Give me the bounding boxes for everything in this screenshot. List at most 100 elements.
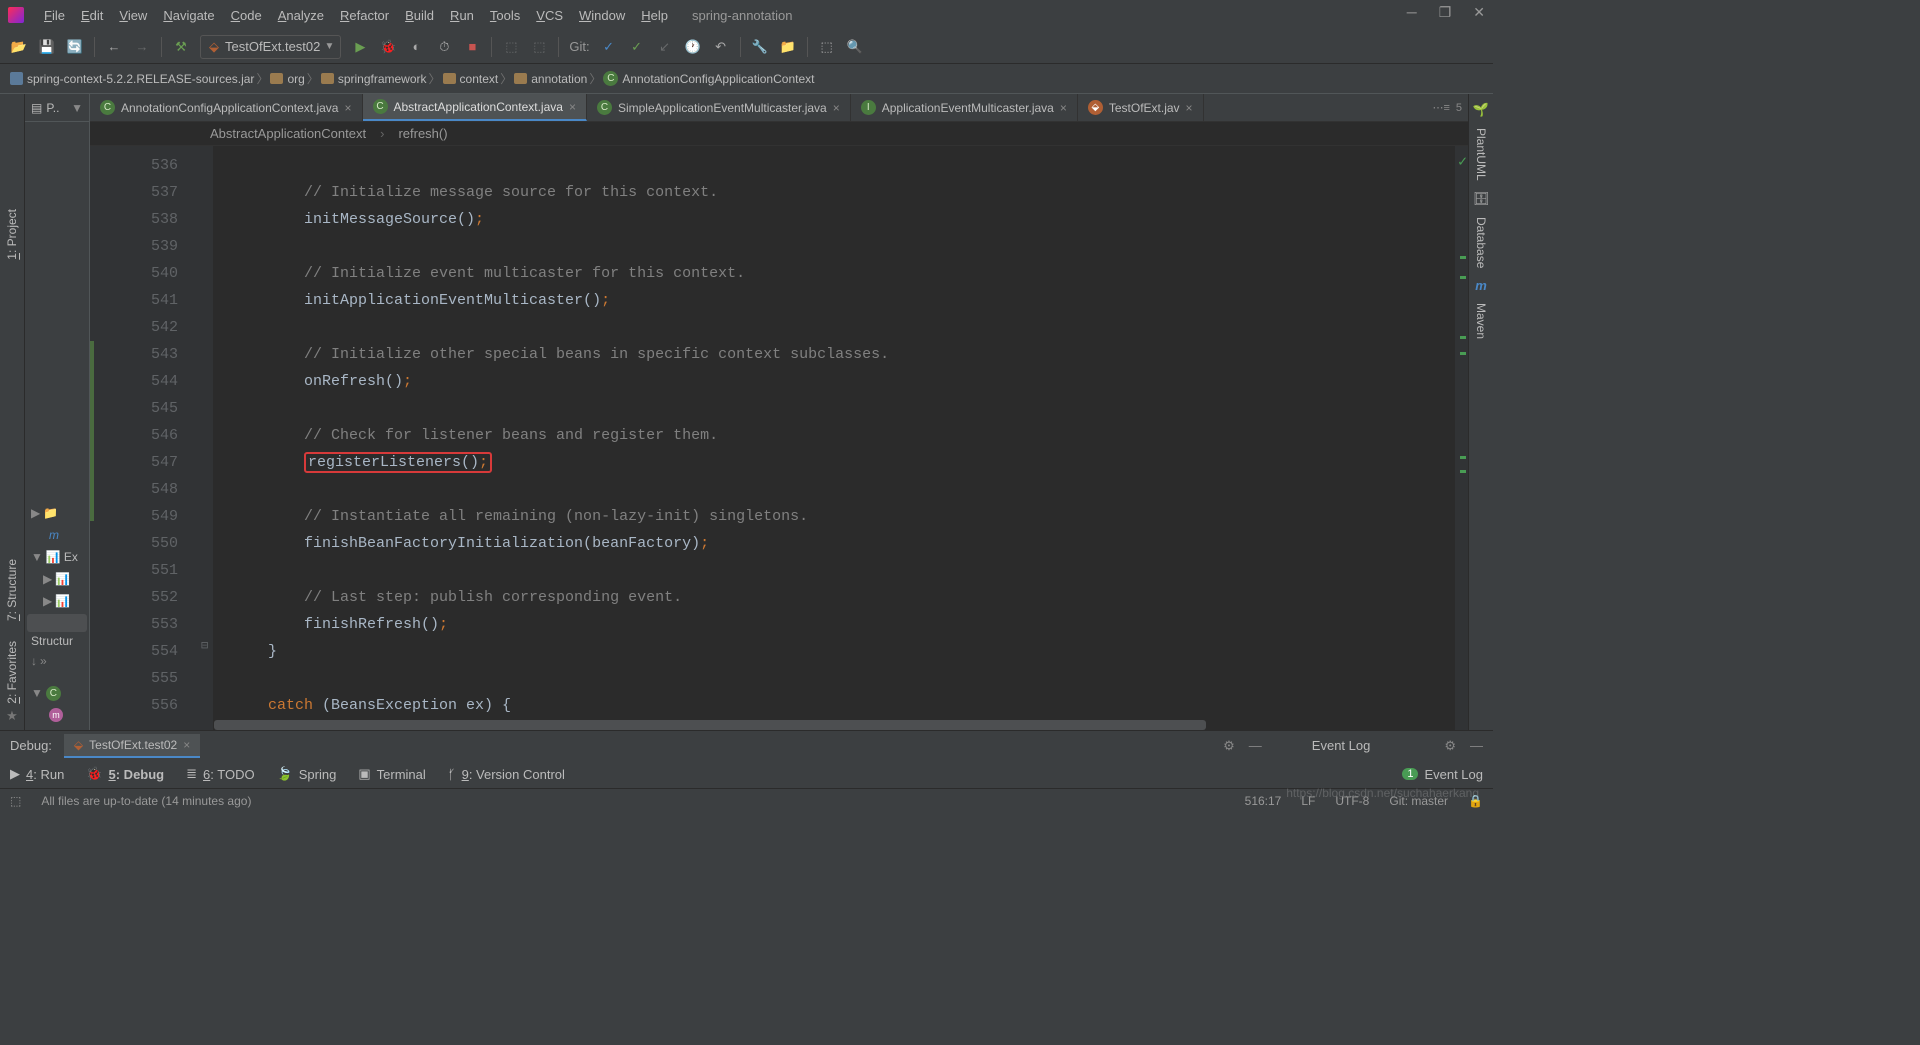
menu-refactor[interactable]: Refactor <box>332 4 397 27</box>
run-config-select[interactable]: ⬙ TestOfExt.test02 ▼ <box>200 35 341 59</box>
settings-icon[interactable]: 🔧 <box>751 38 769 56</box>
menu-vcs[interactable]: VCS <box>528 4 571 27</box>
tool-eventlog-button[interactable]: Event Log <box>1424 767 1483 782</box>
refresh-icon[interactable]: 🔄 <box>66 38 84 56</box>
tool-windows-icon[interactable]: ⬚ <box>10 794 21 808</box>
tool-debug-button[interactable]: 🐞5: Debug <box>86 766 164 782</box>
code-editor[interactable]: 5365375385395405415425435445455465475485… <box>90 146 1468 730</box>
error-stripe[interactable]: ✓ <box>1454 146 1468 730</box>
menu-help[interactable]: Help <box>633 4 676 27</box>
menu-build[interactable]: Build <box>397 4 442 27</box>
editor-tab[interactable]: CAnnotationConfigApplicationContext.java… <box>90 94 363 121</box>
menu-view[interactable]: View <box>111 4 155 27</box>
database-icon[interactable]: 🗄 <box>1473 191 1490 207</box>
tool-run-button[interactable]: ▶4: Run <box>10 766 64 782</box>
tool-terminal-button[interactable]: ▣Terminal <box>358 766 425 782</box>
breadcrumb-item[interactable]: spring-context-5.2.2.RELEASE-sources.jar <box>10 72 254 86</box>
tool-plantuml-button[interactable]: PlantUML <box>1474 128 1488 181</box>
main-toolbar: 📂 💾 🔄 ← → ⚒ ⬙ TestOfExt.test02 ▼ ▶ 🐞 ◐ ⏱… <box>0 30 1493 64</box>
editor-tab[interactable]: CSimpleApplicationEventMulticaster.java× <box>587 94 851 121</box>
structure-panel-label: Structur <box>27 632 87 650</box>
tool-favorites-button[interactable]: 2: Favorites <box>5 641 19 704</box>
chevron-down-icon: ▼ <box>324 41 334 52</box>
pull-icon[interactable]: ↙ <box>656 38 674 56</box>
crumb-class[interactable]: AbstractApplicationContext <box>210 126 366 141</box>
debug-session-tab[interactable]: ⬙ TestOfExt.test02 × <box>64 734 200 758</box>
menu-code[interactable]: Code <box>223 4 270 27</box>
tool-structure-button[interactable]: 7: Structure <box>5 559 19 621</box>
push-icon[interactable]: ✓ <box>628 38 646 56</box>
project-panel-header: ▤P.. ▼ <box>25 94 89 122</box>
editor-tab[interactable]: ⬙TestOfExt.jav× <box>1078 94 1204 121</box>
fold-column[interactable]: ⊟ <box>200 146 214 730</box>
fold-icon[interactable]: ⊟ <box>201 638 208 653</box>
search-icon[interactable]: 🔍 <box>846 38 864 56</box>
editor-area: CAnnotationConfigApplicationContext.java… <box>90 94 1468 730</box>
breadcrumb-item[interactable]: annotation <box>514 72 587 86</box>
close-icon[interactable]: × <box>569 100 576 114</box>
minimize-icon[interactable]: — <box>1249 738 1262 753</box>
menu-run[interactable]: Run <box>442 4 482 27</box>
horizontal-scrollbar[interactable] <box>214 720 1454 730</box>
menu-tools[interactable]: Tools <box>482 4 528 27</box>
right-tool-stripe: 🌱 PlantUML 🗄 Database m Maven <box>1468 94 1493 730</box>
open-icon[interactable]: 📂 <box>10 38 28 56</box>
menu-analyze[interactable]: Analyze <box>270 4 332 27</box>
breadcrumb-item[interactable]: org <box>270 72 304 86</box>
tool-todo-button[interactable]: ≣6: TODO <box>186 766 254 782</box>
minimize-icon[interactable]: ─ <box>1407 4 1417 21</box>
breadcrumb-item[interactable]: CAnnotationConfigApplicationContext <box>603 71 814 86</box>
breadcrumb-item[interactable]: context <box>443 72 499 86</box>
editor-tab[interactable]: IApplicationEventMulticaster.java× <box>851 94 1078 121</box>
left-tool-stripe: 1: Project 7: Structure 2: Favorites ★ <box>0 94 25 730</box>
attach-icon[interactable]: ⬚ <box>502 38 520 56</box>
tool-project-button[interactable]: 1: Project <box>5 209 19 260</box>
run-icon[interactable]: ▶ <box>351 38 369 56</box>
menu-navigate[interactable]: Navigate <box>155 4 222 27</box>
revert-icon[interactable]: ↶ <box>712 38 730 56</box>
coverage-icon[interactable]: ◐ <box>407 38 425 56</box>
forward-icon[interactable]: → <box>133 38 151 56</box>
crumb-method[interactable]: refresh() <box>398 126 447 141</box>
plantuml-icon[interactable]: 🌱 <box>1473 102 1489 118</box>
app-icon <box>8 7 24 23</box>
chevron-down-icon[interactable]: ▼ <box>71 101 83 115</box>
back-icon[interactable]: ← <box>105 38 123 56</box>
gutter[interactable]: 5365375385395405415425435445455465475485… <box>90 146 200 730</box>
tool-maven-button[interactable]: Maven <box>1474 303 1488 339</box>
editor-tab[interactable]: CAbstractApplicationContext.java× <box>363 94 587 121</box>
tool-spring-button[interactable]: 🍃Spring <box>277 766 337 782</box>
project-structure-icon[interactable]: 📁 <box>779 38 797 56</box>
list-icon[interactable]: ⋯≡ <box>1432 101 1449 114</box>
breadcrumb-item[interactable]: springframework <box>321 72 427 86</box>
debug-icon[interactable]: 🐞 <box>379 38 397 56</box>
menu-file[interactable]: File <box>36 4 73 27</box>
tool-database-button[interactable]: Database <box>1474 217 1488 268</box>
save-icon[interactable]: 💾 <box>38 38 56 56</box>
gear-icon[interactable]: ⚙ <box>1223 738 1235 754</box>
event-log-badge: 1 <box>1402 768 1418 780</box>
close-icon[interactable]: ✕ <box>1473 4 1485 21</box>
code-breadcrumbs: AbstractApplicationContext › refresh() <box>90 122 1468 146</box>
tool-versioncontrol-button[interactable]: ᚶ9: Version Control <box>448 766 565 782</box>
collapse-icon[interactable]: ⬚ <box>818 38 836 56</box>
minimize-icon[interactable]: — <box>1470 738 1483 753</box>
profile-icon[interactable]: ⏱ <box>435 38 453 56</box>
maximize-icon[interactable]: ❐ <box>1439 4 1452 21</box>
hammer-icon[interactable]: ⚒ <box>172 38 190 56</box>
bottom-tool-stripe: ▶4: Run 🐞5: Debug ≣6: TODO 🍃Spring ▣Terminal… <box>0 760 1493 788</box>
menu-edit[interactable]: Edit <box>73 4 111 27</box>
gear-icon[interactable]: ⚙ <box>1444 738 1456 754</box>
status-message: All files are up-to-date (14 minutes ago… <box>41 794 251 808</box>
attach2-icon[interactable]: ⬚ <box>530 38 548 56</box>
menu-window[interactable]: Window <box>571 4 633 27</box>
stop-icon[interactable]: ■ <box>463 38 481 56</box>
maven-icon[interactable]: m <box>1475 278 1487 293</box>
project-panel[interactable]: ▤P.. ▼ ▶📁 m ▼📊Ex ▶📊 ▶📊 Structur ↓» ▼C m <box>25 94 90 730</box>
history-icon[interactable]: 🕐 <box>684 38 702 56</box>
git-label: Git: <box>569 39 589 54</box>
close-icon[interactable]: × <box>183 738 190 752</box>
star-icon[interactable]: ★ <box>6 708 18 724</box>
caret-position[interactable]: 516:17 <box>1245 794 1282 808</box>
commit-icon[interactable]: ✓ <box>600 38 618 56</box>
